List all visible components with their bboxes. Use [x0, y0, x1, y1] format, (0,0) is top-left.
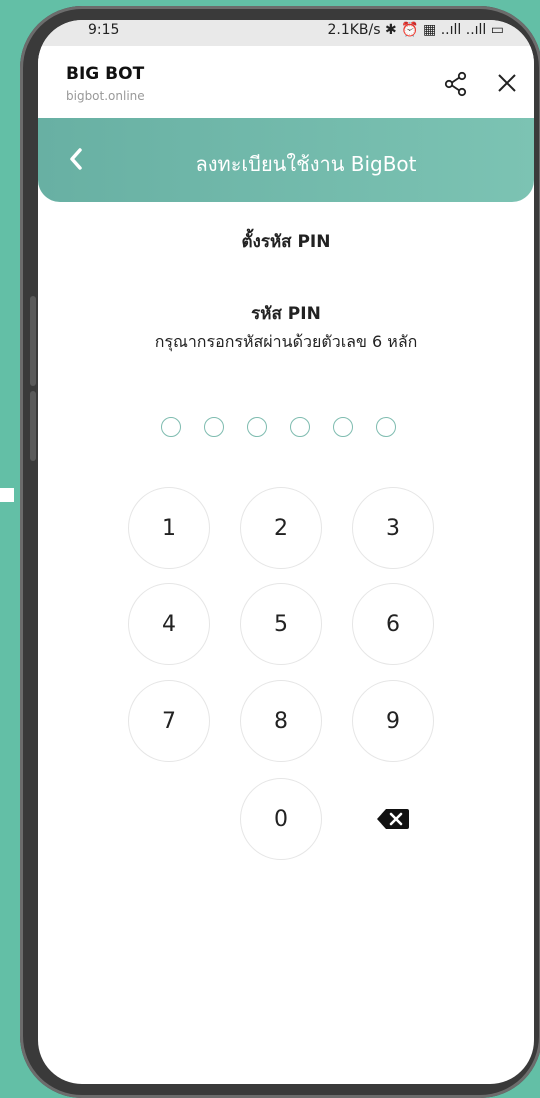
background-marker: [0, 488, 14, 502]
key-0[interactable]: 0: [240, 778, 322, 860]
header-title: ลงทะเบียนใช้งาน BigBot: [195, 152, 417, 176]
pin-instruction: กรุณากรอกรหัสผ่านด้วยตัวเลข 6 หลัก: [154, 332, 418, 351]
status-indicators: 2.1KB/s ✱ ⏰ ▦ ..ıll ..ıll ▭: [327, 22, 504, 38]
pin-dot: [376, 417, 396, 437]
phone-screen: 9:15 2.1KB/s ✱ ⏰ ▦ ..ıll ..ıll ▭ BIG BOT…: [38, 20, 534, 1084]
close-icon[interactable]: [492, 68, 522, 98]
pin-dot: [161, 417, 181, 437]
key-7[interactable]: 7: [128, 680, 210, 762]
site-name: BIG BOT: [66, 64, 145, 84]
pin-dot: [290, 417, 310, 437]
pin-indicator: [161, 417, 401, 441]
page-header: ลงทะเบียนใช้งาน BigBot: [38, 118, 534, 202]
share-icon[interactable]: [442, 70, 470, 98]
page-title: ตั้งรหัส PIN: [241, 232, 331, 252]
pin-label: รหัส PIN: [251, 304, 321, 324]
status-bar: 9:15 2.1KB/s ✱ ⏰ ▦ ..ıll ..ıll ▭: [38, 20, 534, 46]
key-8[interactable]: 8: [240, 680, 322, 762]
key-1[interactable]: 1: [128, 487, 210, 569]
volume-button: [30, 296, 36, 386]
backspace-icon[interactable]: [352, 778, 434, 860]
key-5[interactable]: 5: [240, 583, 322, 665]
key-2[interactable]: 2: [240, 487, 322, 569]
key-9[interactable]: 9: [352, 680, 434, 762]
power-button: [30, 391, 36, 461]
pin-dot: [204, 417, 224, 437]
key-4[interactable]: 4: [128, 583, 210, 665]
site-url: bigbot.online: [66, 89, 145, 103]
pin-dot: [247, 417, 267, 437]
key-6[interactable]: 6: [352, 583, 434, 665]
status-time: 9:15: [88, 22, 120, 38]
pin-dot: [333, 417, 353, 437]
key-3[interactable]: 3: [352, 487, 434, 569]
